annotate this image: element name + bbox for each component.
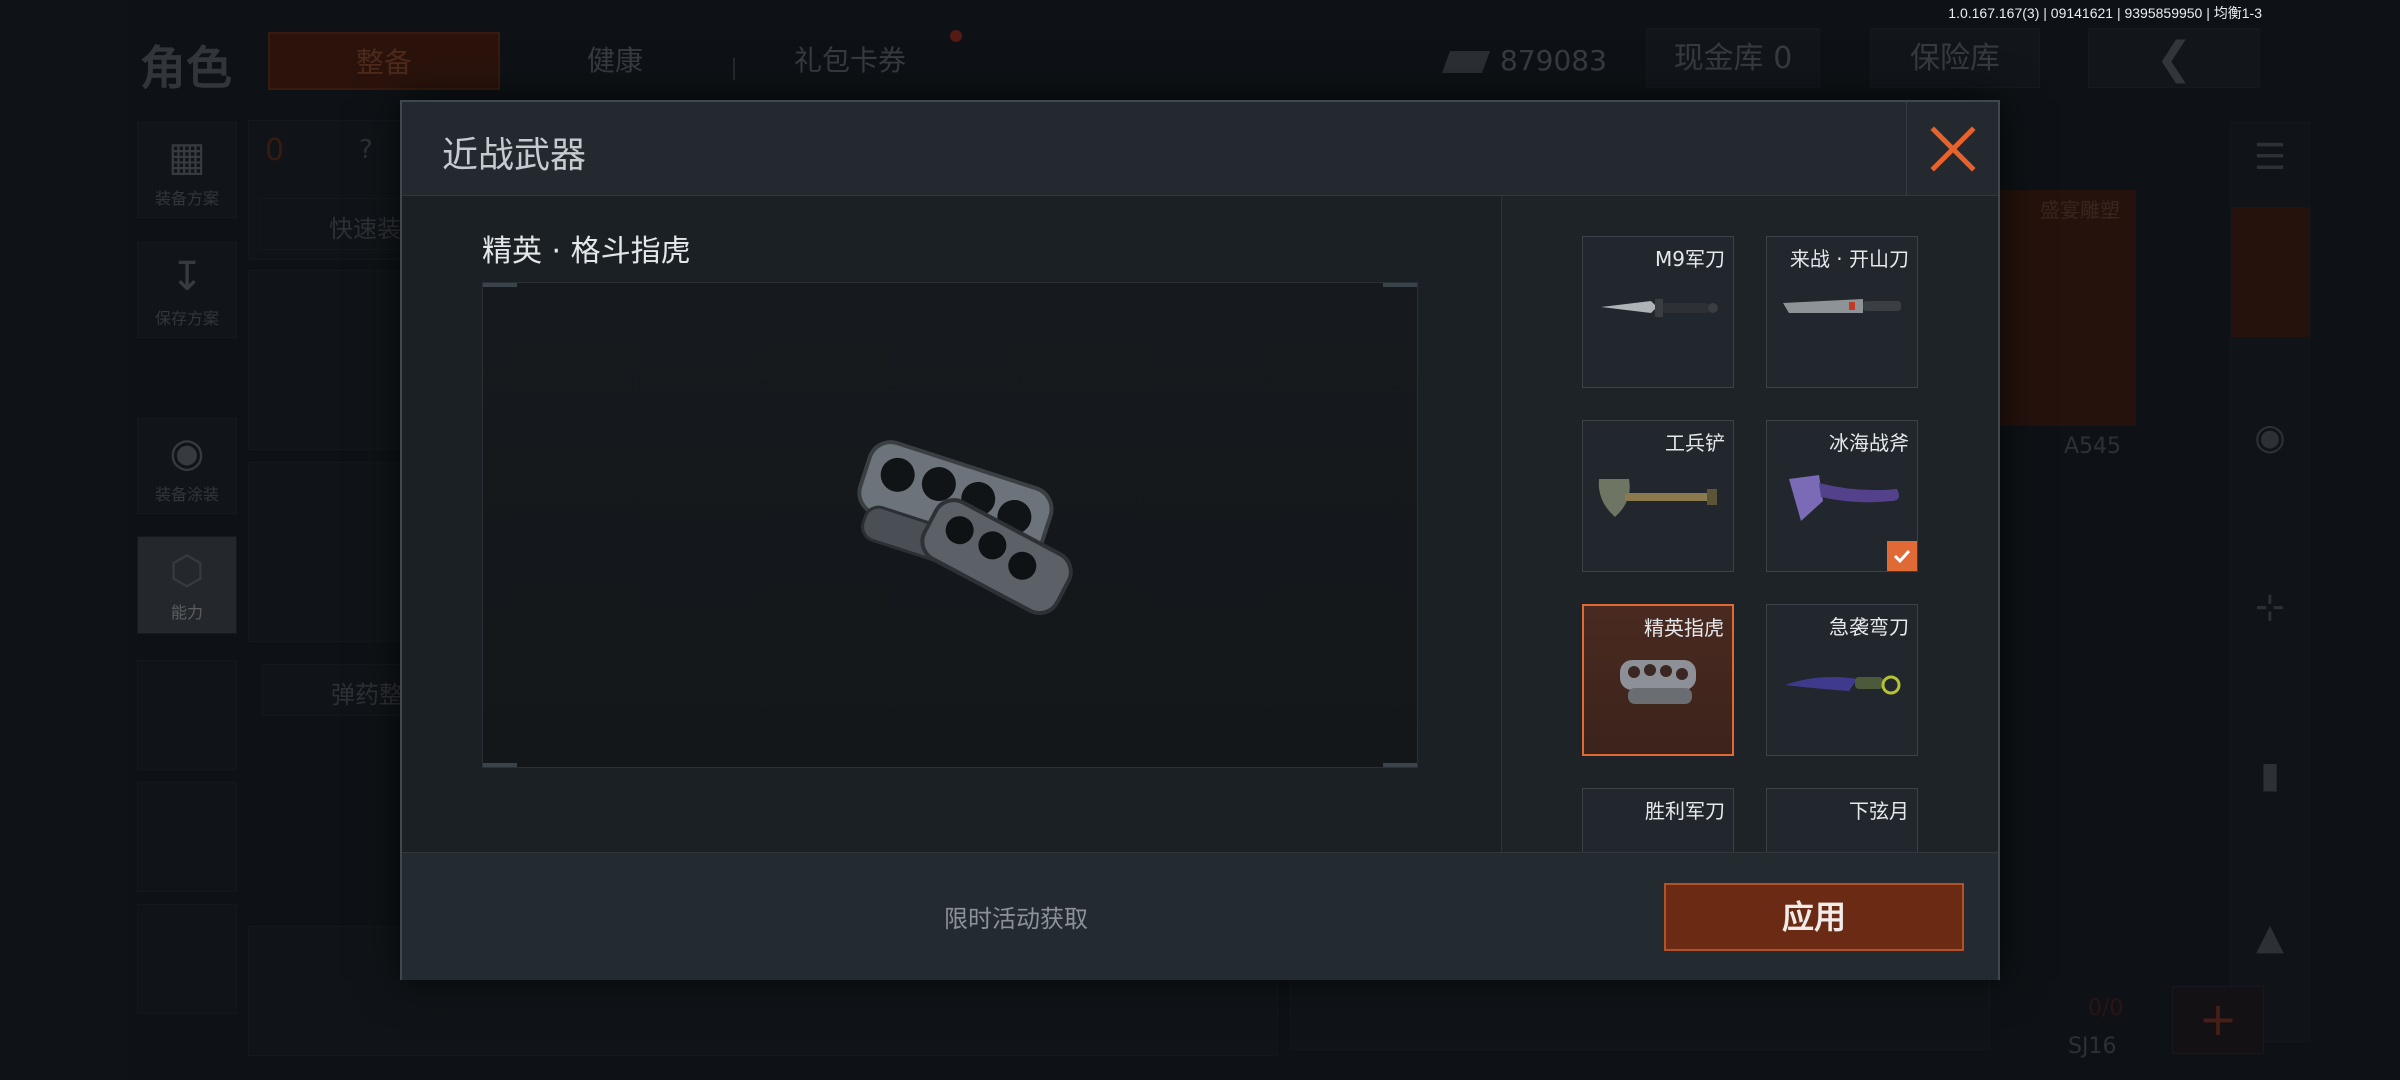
download-icon: ↧ <box>170 254 204 300</box>
sidebar-item-label: 保存方案 <box>154 309 219 328</box>
weapon-card[interactable]: 急袭弯刀 <box>1766 604 1918 756</box>
weapon-card[interactable]: 工兵铲 <box>1582 420 1734 572</box>
frame-corner <box>1383 763 1417 767</box>
notification-dot <box>950 30 962 42</box>
weapon-card-label: 下弦月 <box>1849 799 1909 823</box>
dialog-header: 近战武器 <box>402 102 1998 196</box>
weapon-card-label: 急袭弯刀 <box>1829 615 1909 639</box>
checkmark-icon <box>1893 549 1911 564</box>
brass-knuckles-icon <box>857 440 1073 615</box>
magazine-icon: ▮ <box>2260 755 2280 796</box>
weapon-card[interactable]: 冰海战斧 <box>1766 420 1918 572</box>
rail-active-slot <box>2231 207 2309 337</box>
karambit-icon <box>1785 675 1901 695</box>
weapon-card[interactable]: M9军刀 <box>1582 236 1734 388</box>
bg-question: ? <box>359 135 373 165</box>
weapon-card-label: 来战 · 开山刀 <box>1789 247 1909 271</box>
sidebar-item-label: 装备涂装 <box>154 485 219 504</box>
tab-health[interactable]: 健康 <box>540 32 690 90</box>
bg-slot <box>137 782 237 892</box>
sidebar-item-loadout-plan[interactable]: ▦ 装备方案 <box>137 122 237 218</box>
dialog-title: 近战武器 <box>442 135 587 176</box>
acquisition-note: 限时活动获取 <box>944 905 1088 933</box>
knuckles-icon <box>1620 660 1696 704</box>
page-title: 角色 <box>140 41 232 95</box>
bg-skin-name: 盛宴雕塑 <box>2040 198 2120 222</box>
bg-ammo-count: 0/0 <box>2088 996 2124 1021</box>
back-button[interactable]: ❮ <box>2088 28 2260 88</box>
equipped-badge <box>1887 541 1917 571</box>
weapon-card-label: 胜利军刀 <box>1645 799 1725 823</box>
helmet-icon: ◉ <box>2254 417 2286 458</box>
apply-button[interactable]: 应用 <box>1664 883 1964 951</box>
add-button: + <box>2172 986 2264 1054</box>
quick-equip-button: 快速装 <box>260 198 406 250</box>
sidebar-item-label: 能力 <box>170 603 203 622</box>
tab-gift-coupons[interactable]: 礼包卡券 <box>770 32 930 90</box>
frame-corner <box>483 763 517 767</box>
shovel-icon <box>1598 479 1717 517</box>
safe-button[interactable]: 保险库 <box>1870 28 2040 88</box>
currency-amount: 879083 <box>1500 44 1607 77</box>
bg-helmet-slot <box>248 270 404 450</box>
selected-item-title: 精英 · 格斗指虎 <box>482 234 691 269</box>
currency-display: 879083 <box>1441 32 1607 90</box>
top-bar: 角色 整备 健康 礼包卡券 879083 现金库 0 保险库 ❮ <box>0 22 2400 102</box>
machete-icon <box>1783 299 1901 313</box>
cash-vault-button[interactable]: 现金库 0 <box>1646 28 1820 88</box>
sidebar-item-skin[interactable]: ◉ 装备涂装 <box>137 418 237 514</box>
tab-equip[interactable]: 整备 <box>268 32 500 90</box>
frame-corner <box>1383 283 1417 287</box>
close-x-icon <box>1929 126 1976 172</box>
weapon-preview[interactable] <box>482 282 1418 768</box>
bg-skin-card: 盛宴雕塑 <box>2000 190 2136 426</box>
close-button[interactable] <box>1906 102 1998 196</box>
weapon-card-label: 精英指虎 <box>1644 616 1724 640</box>
sidebar-item-ability[interactable]: ⬡ 能力 <box>137 536 237 634</box>
ammo-button: 弹药整 <box>262 664 406 716</box>
bg-slot <box>137 660 237 770</box>
ammo-label: 弹药整 <box>331 681 403 709</box>
weapon-card-label: 工兵铲 <box>1665 431 1725 455</box>
weapon-card-label: M9军刀 <box>1655 247 1725 271</box>
bg-slot <box>137 904 237 1014</box>
weapon-card[interactable]: 胜利军刀 <box>1582 788 1734 852</box>
dialog-footer: 限时活动获取 应用 <box>402 852 1998 980</box>
gun-icon: ⊹ <box>2254 587 2286 628</box>
weapon-card[interactable]: 来战 · 开山刀 <box>1766 236 1918 388</box>
lightning-hex-icon: ⬡ <box>169 548 205 594</box>
bullet-icon: ▲ <box>2256 917 2284 958</box>
sidebar-item-label: 装备方案 <box>154 189 219 208</box>
bg-weapon-b: SJ16 <box>2068 1034 2117 1059</box>
combat-knife-icon <box>1601 299 1718 317</box>
cash-icon <box>1441 51 1491 73</box>
chevron-left-icon: ❮ <box>2155 33 2193 84</box>
bg-armor-slot <box>248 462 404 642</box>
bg-count: 0 <box>265 133 285 168</box>
sidebar-item-save-plan[interactable]: ↧ 保存方案 <box>137 242 237 338</box>
weapon-card-label: 冰海战斧 <box>1829 431 1909 455</box>
stack-icon: ☰ <box>2253 137 2287 178</box>
vest-icon: ▦ <box>168 134 206 180</box>
right-rail: ☰ ◉ ⊹ ▮ ▲ <box>2230 122 2310 1042</box>
axe-icon <box>1789 475 1899 521</box>
melee-weapon-dialog: 近战武器 精英 · 格斗指虎 M9军刀 来战 · 开山刀 工兵铲 冰海战斧 精英… <box>400 100 2000 980</box>
frame-corner <box>483 283 517 287</box>
version-text: 1.0.167.167(3) | 09141621 | 9395859950 |… <box>1948 5 2262 21</box>
helmet-icon: ◉ <box>169 430 205 476</box>
bg-weapon-a: A545 <box>2064 434 2122 459</box>
weapon-card[interactable]: 下弦月 <box>1766 788 1918 852</box>
tab-divider <box>733 58 735 80</box>
preview-pane: 精英 · 格斗指虎 <box>402 196 1502 852</box>
quick-equip-label: 快速装 <box>329 215 401 243</box>
weapon-grid[interactable]: M9军刀 来战 · 开山刀 工兵铲 冰海战斧 精英指虎 急袭弯刀 胜利军刀 下弦… <box>1502 196 1998 852</box>
weapon-card-selected[interactable]: 精英指虎 <box>1582 604 1734 756</box>
